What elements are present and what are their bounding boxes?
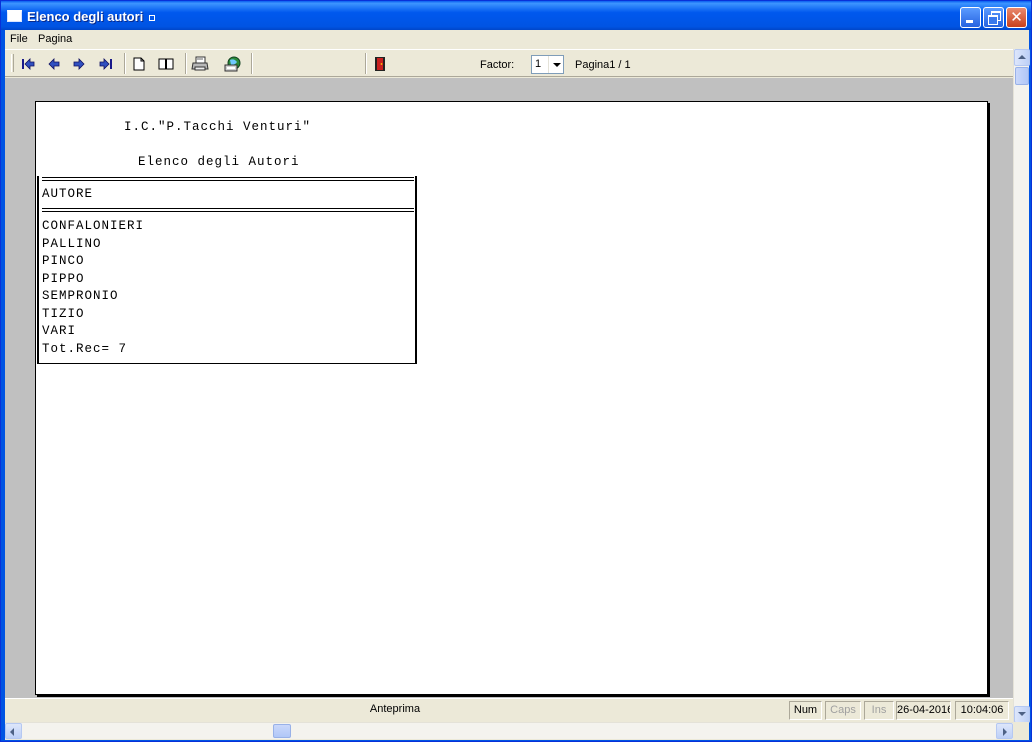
horizontal-scrollbar[interactable] bbox=[5, 722, 1013, 739]
horizontal-scroll-thumb[interactable] bbox=[273, 724, 291, 738]
menu-file[interactable]: File bbox=[10, 33, 28, 45]
first-page-button[interactable] bbox=[18, 54, 38, 74]
small-square-icon bbox=[149, 14, 156, 21]
vertical-scrollbar[interactable] bbox=[1013, 49, 1030, 723]
application-window: Elenco degli autori ✕ File Pagina Factor… bbox=[0, 0, 1032, 742]
status-insert: Ins bbox=[864, 701, 894, 720]
toolbar-separator bbox=[185, 53, 187, 74]
minimize-button[interactable] bbox=[960, 7, 981, 28]
next-page-icon bbox=[73, 58, 85, 70]
vertical-scroll-thumb[interactable] bbox=[1015, 67, 1029, 85]
exit-button[interactable] bbox=[370, 54, 390, 74]
status-mode: Anteprima bbox=[369, 703, 421, 715]
report-rows: CONFALONIERI PALLINO PINCO PIPPO SEMPRON… bbox=[42, 218, 144, 358]
page-indicator: Pagina1 / 1 bbox=[575, 59, 631, 71]
report-page: I.C."P.Tacchi Venturi" Elenco degli Auto… bbox=[35, 101, 988, 695]
window-title: Elenco degli autori bbox=[27, 9, 156, 24]
scroll-up-button[interactable] bbox=[1014, 49, 1030, 66]
export-button[interactable] bbox=[223, 54, 243, 74]
report-title: Elenco degli Autori bbox=[138, 155, 300, 169]
status-caps-lock: Caps bbox=[825, 701, 861, 720]
menu-pagina[interactable]: Pagina bbox=[38, 33, 72, 45]
status-date: 26-04-2016 bbox=[896, 701, 951, 720]
table-row: SEMPRONIO bbox=[42, 289, 119, 303]
last-page-icon bbox=[99, 58, 112, 70]
factor-label: Factor: bbox=[480, 59, 515, 71]
table-row: PIPPO bbox=[42, 271, 85, 286]
window-client-area: File Pagina Factor: 1 Pagina1 / 1 I.C."P… bbox=[5, 30, 1030, 740]
print-preview-area[interactable]: I.C."P.Tacchi Venturi" Elenco degli Auto… bbox=[5, 78, 1013, 698]
scroll-left-button[interactable] bbox=[5, 723, 22, 739]
table-row: PALLINO bbox=[42, 236, 102, 251]
restore-button[interactable] bbox=[983, 7, 1004, 28]
scrollbar-corner bbox=[1013, 722, 1029, 739]
last-page-button[interactable] bbox=[96, 54, 116, 74]
double-rule bbox=[42, 208, 414, 212]
print-button[interactable] bbox=[190, 54, 210, 74]
column-header-autore: AUTORE bbox=[42, 187, 94, 201]
scroll-right-button[interactable] bbox=[996, 723, 1013, 739]
menu-bar: File Pagina bbox=[5, 30, 1029, 49]
exit-door-icon bbox=[375, 57, 385, 71]
toolbar-separator bbox=[365, 53, 367, 74]
window-title-text: Elenco degli autori bbox=[27, 9, 144, 24]
window-icon[interactable] bbox=[7, 10, 22, 22]
close-icon: ✕ bbox=[1010, 8, 1023, 26]
toolbar-separator bbox=[251, 53, 253, 74]
title-bar[interactable]: Elenco degli autori ✕ bbox=[1, 1, 1031, 30]
single-page-button[interactable] bbox=[129, 54, 149, 74]
close-button[interactable]: ✕ bbox=[1006, 7, 1027, 28]
table-row: PINCO bbox=[42, 254, 85, 268]
double-rule bbox=[42, 177, 414, 181]
previous-page-button[interactable] bbox=[44, 54, 64, 74]
first-page-icon bbox=[22, 58, 35, 70]
table-row: TIZIO bbox=[42, 306, 85, 321]
two-pages-button[interactable] bbox=[156, 54, 176, 74]
chevron-down-icon[interactable] bbox=[548, 56, 563, 73]
status-time: 10:04:06 bbox=[955, 701, 1009, 720]
export-icon bbox=[224, 56, 241, 72]
next-page-button[interactable] bbox=[69, 54, 89, 74]
toolbar-separator bbox=[124, 53, 126, 74]
report-table: AUTORE CONFALONIERI PALLINO PINCO PIPPO … bbox=[37, 176, 417, 364]
table-row: CONFALONIERI bbox=[42, 219, 145, 233]
single-page-icon bbox=[133, 57, 145, 71]
table-row: VARI bbox=[42, 324, 77, 338]
factor-dropdown[interactable]: 1 bbox=[531, 55, 564, 74]
previous-page-icon bbox=[48, 58, 60, 70]
two-pages-icon bbox=[158, 58, 174, 70]
toolbar-grip[interactable] bbox=[11, 54, 14, 72]
status-bar: Anteprima Num Caps Ins 26-04-2016 10:04:… bbox=[5, 698, 1013, 721]
school-name: I.C."P.Tacchi Venturi" bbox=[124, 120, 312, 134]
status-num-lock: Num bbox=[789, 701, 822, 720]
total-records: Tot.Rec= 7 bbox=[42, 341, 128, 356]
scroll-down-button[interactable] bbox=[1014, 706, 1030, 723]
factor-value: 1 bbox=[535, 58, 542, 70]
toolbar: Factor: 1 Pagina1 / 1 bbox=[5, 49, 1013, 77]
printer-icon bbox=[191, 56, 209, 71]
